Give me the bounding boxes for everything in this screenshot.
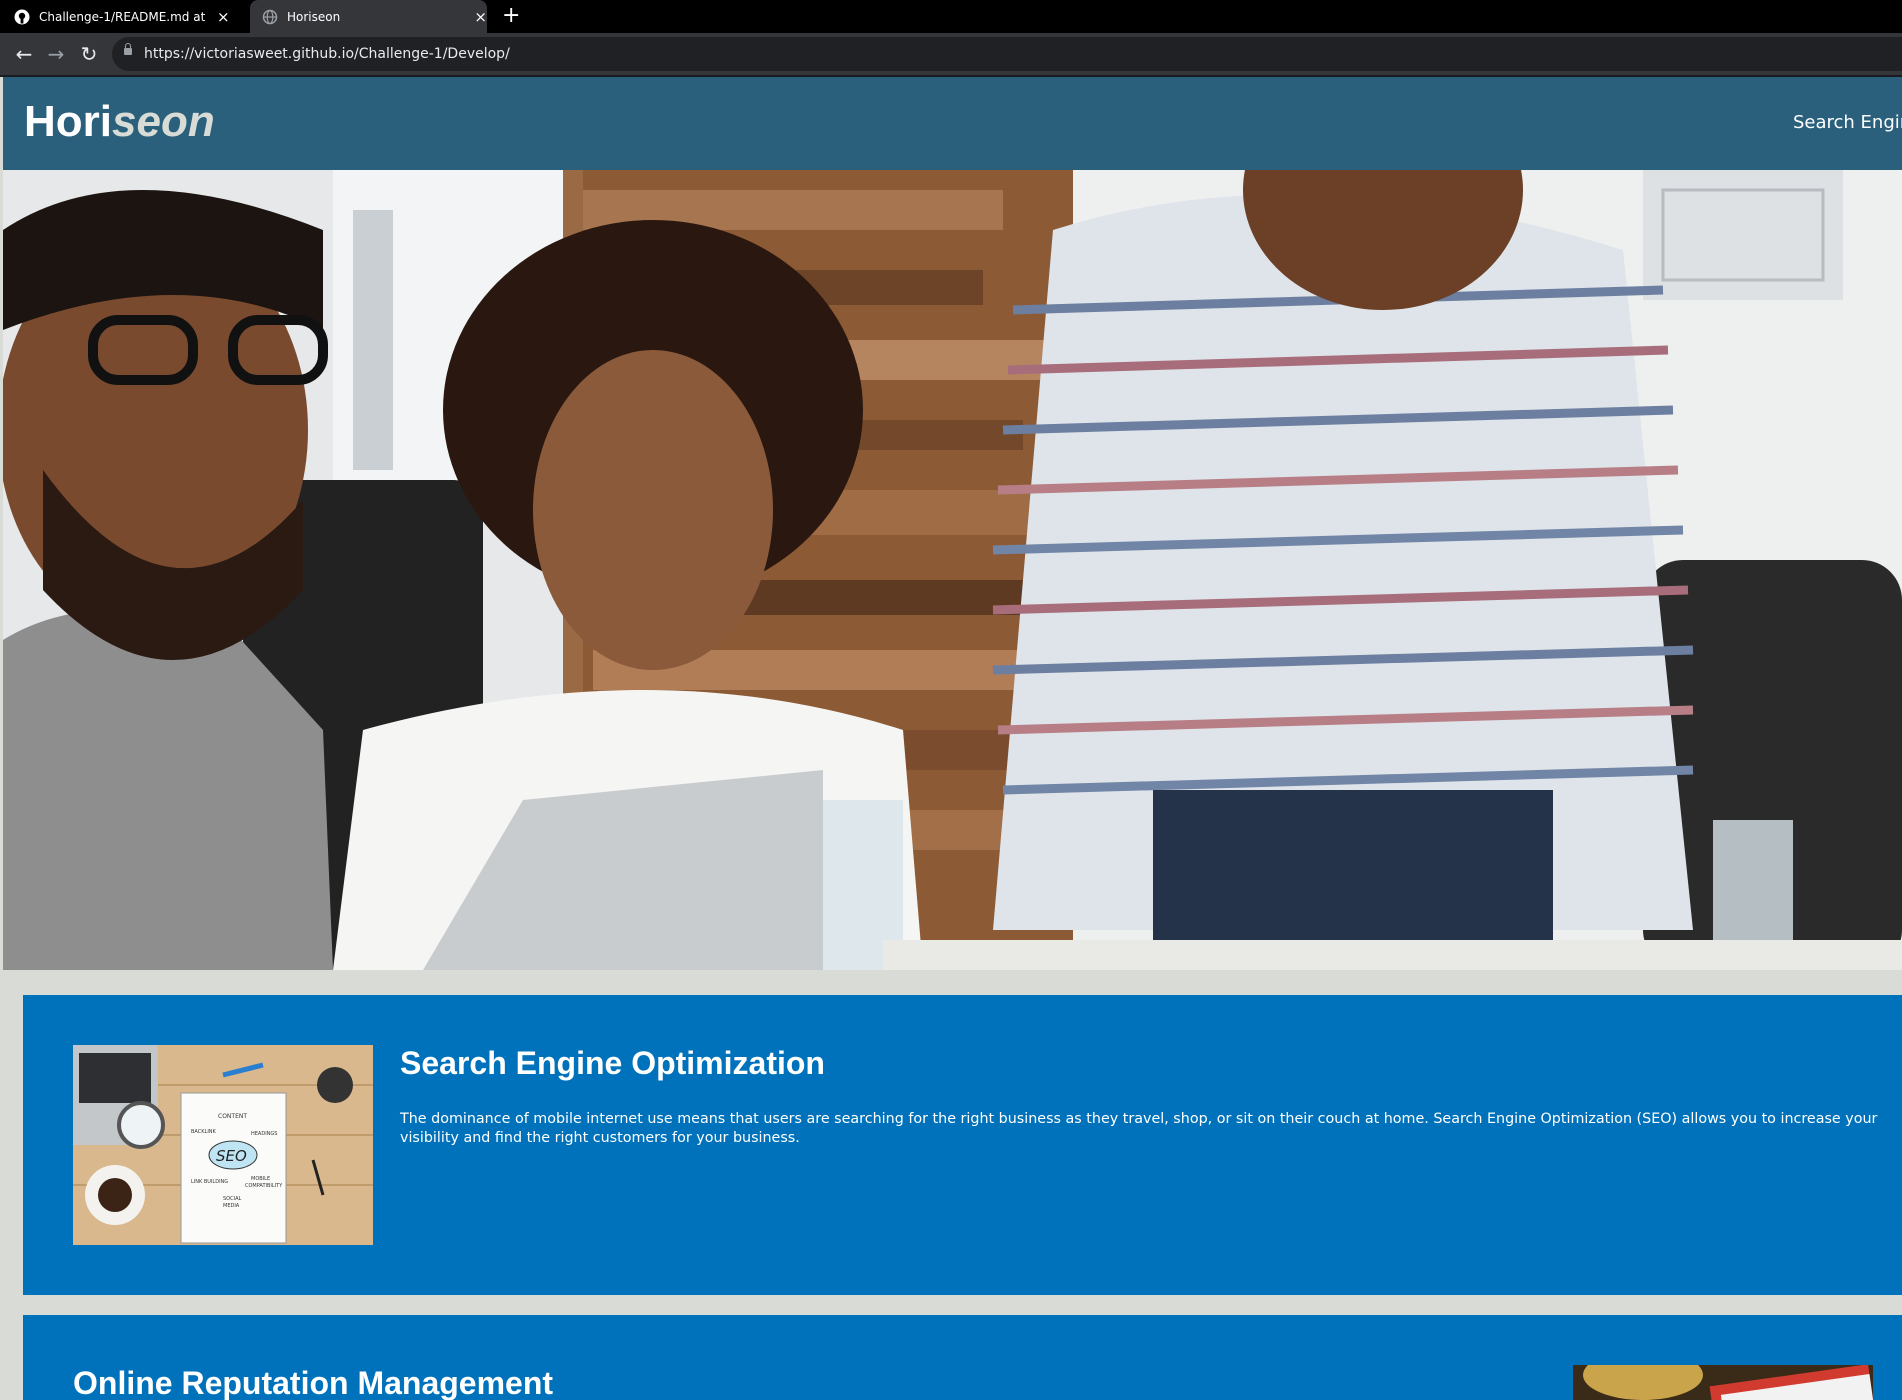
tab-github-readme[interactable]: Challenge-1/README.md at main · victoria… [14, 0, 246, 33]
new-tab-button[interactable]: + [502, 4, 520, 28]
globe-icon [262, 9, 278, 24]
section-body: The dominance of mobile internet use mea… [400, 1111, 1878, 1146]
seo-label-seo: SEO [216, 1147, 247, 1165]
nav-link-search-engine-optimization[interactable]: Search Engine Optimization [1793, 112, 1902, 133]
back-arrow-icon[interactable]: ← [12, 42, 36, 66]
seo-label-compatibility: COMPATIBILITY [245, 1183, 283, 1189]
url-text[interactable]: https://victoriasweet.github.io/Challeng… [144, 46, 510, 62]
hero-photo [3, 170, 1902, 970]
tab-horiseon[interactable]: Horiseon × [250, 0, 487, 33]
seo-label-mobile: MOBILE [251, 1176, 270, 1182]
seo-label-backlink: BACKLINK [191, 1129, 217, 1135]
section-title: Online Reputation Management [73, 1365, 554, 1400]
web-page: Horiseon Search Engine Optimization [3, 77, 1902, 1400]
forward-arrow-icon[interactable]: → [44, 42, 68, 66]
seo-label-headings: HEADINGS [251, 1131, 277, 1137]
browser-toolbar: ← → ↻ https://victoriasweet.github.io/Ch… [0, 33, 1902, 75]
seo-section: CONTENT HEADINGS BACKLINK SEO LINK BUILD… [23, 995, 1902, 1295]
reputation-image [1573, 1365, 1873, 1400]
lock-icon[interactable] [124, 43, 132, 55]
hero-image [3, 170, 1902, 970]
section-title: Search Engine Optimization [400, 1045, 825, 1081]
logo-main-text: Hori [24, 97, 112, 146]
site-logo: Horiseon [24, 97, 215, 147]
tab-title: Challenge-1/README.md at main · victoria… [39, 9, 209, 24]
tab-close-icon[interactable]: × [474, 8, 487, 26]
seo-illustration: CONTENT HEADINGS BACKLINK SEO LINK BUILD… [73, 1045, 373, 1245]
seo-label-link-building: LINK BUILDING [191, 1179, 228, 1185]
github-icon [14, 9, 30, 24]
address-bar[interactable]: https://victoriasweet.github.io/Challeng… [112, 37, 1902, 71]
reload-icon[interactable]: ↻ [77, 42, 101, 66]
seo-label-media: MEDIA [223, 1203, 240, 1209]
online-reputation-section: Online Reputation Management [23, 1315, 1902, 1400]
reputation-illustration [1573, 1365, 1873, 1400]
seo-label-social: SOCIAL [223, 1196, 241, 1202]
tab-title: Horiseon [287, 9, 341, 24]
site-header: Horiseon Search Engine Optimization [3, 77, 1902, 170]
seo-image: CONTENT HEADINGS BACKLINK SEO LINK BUILD… [73, 1045, 373, 1245]
seo-label-content: CONTENT [218, 1113, 247, 1120]
tab-close-icon[interactable]: × [217, 8, 230, 26]
logo-accent-text: seon [112, 97, 215, 146]
browser-tab-strip: Challenge-1/README.md at main · victoria… [0, 0, 1902, 33]
